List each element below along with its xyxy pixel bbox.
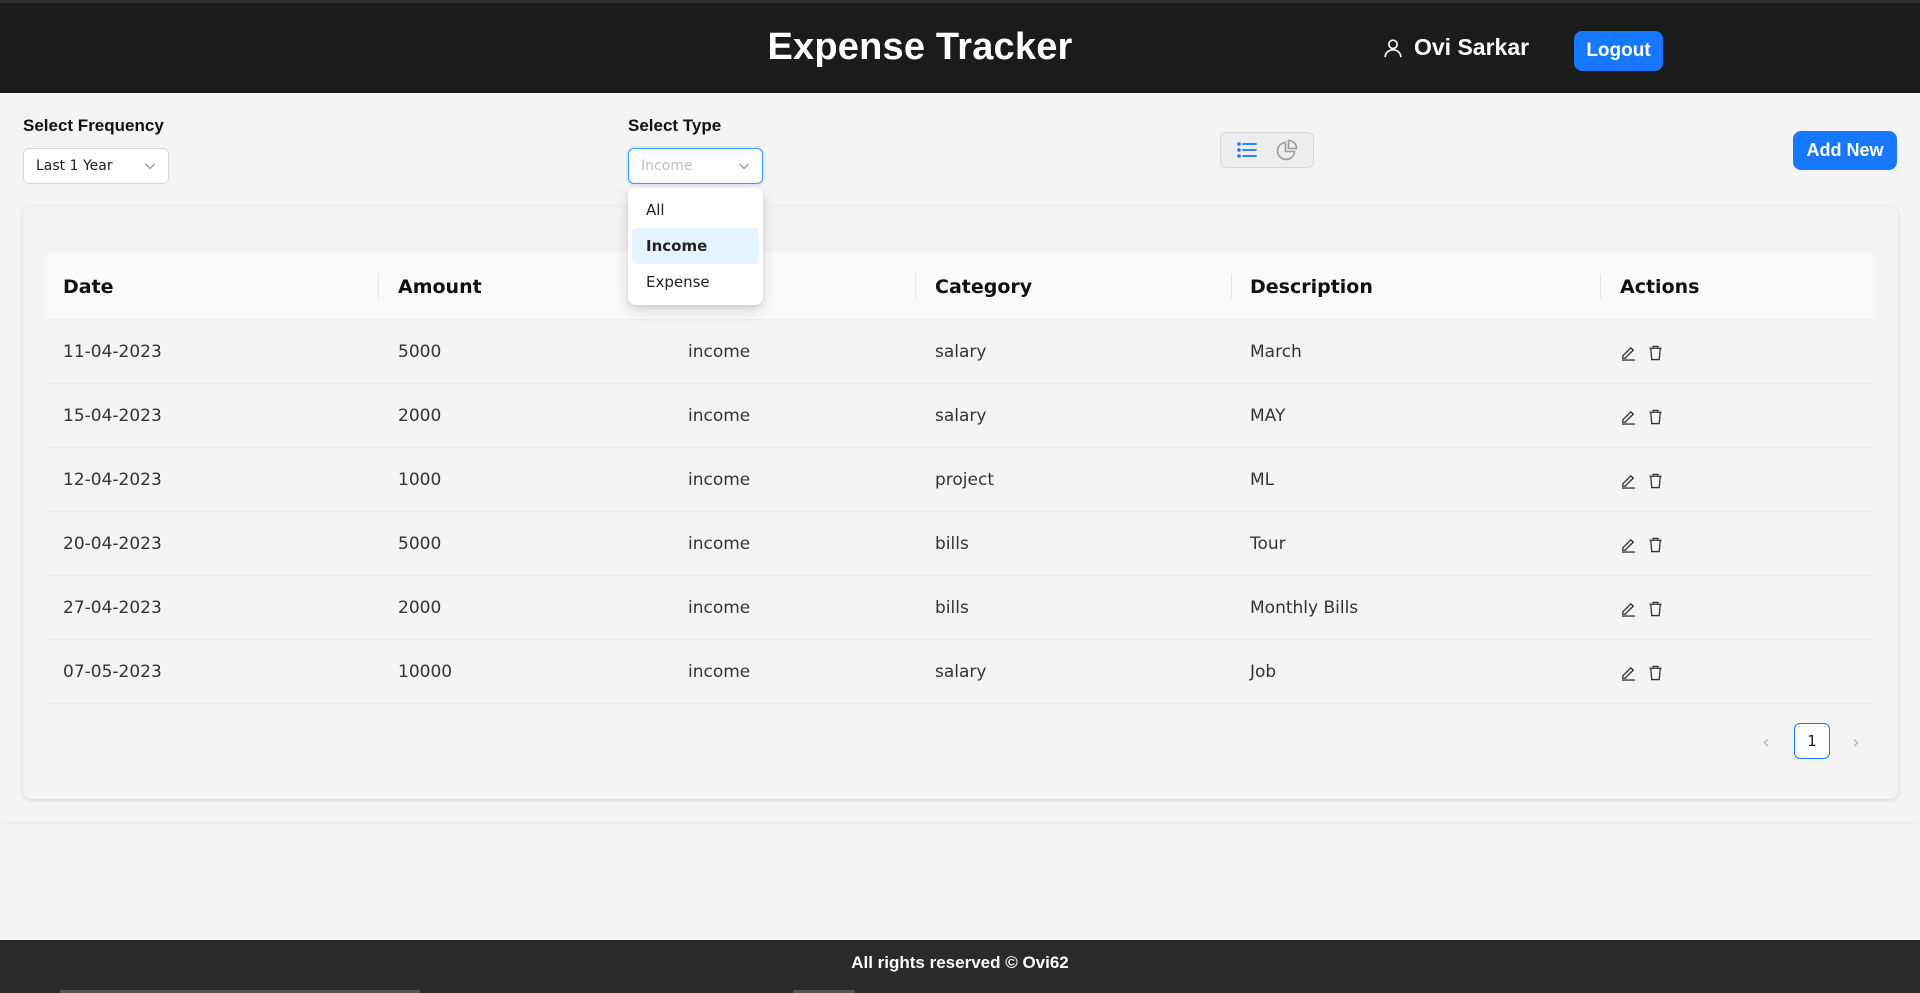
- dropdown-option-income[interactable]: Income: [632, 228, 759, 264]
- cell-category: bills: [935, 598, 969, 618]
- cell-type: income: [688, 534, 751, 554]
- pagination-prev-button[interactable]: ‹: [1758, 731, 1774, 753]
- chevron-down-icon: [739, 163, 749, 170]
- pie-chart-icon[interactable]: [1275, 138, 1299, 162]
- pagination-page-button[interactable]: 1: [1794, 723, 1830, 759]
- footer-copyright: All rights reserved © Ovi62: [851, 953, 1069, 972]
- dropdown-option-all[interactable]: All: [632, 192, 759, 228]
- frequency-value: Last 1 Year: [36, 158, 113, 174]
- row-actions: [1620, 640, 1664, 704]
- table-row: 07-05-2023 10000 income salary Job: [45, 640, 1875, 704]
- add-new-button[interactable]: Add New: [1793, 131, 1897, 170]
- user-name: Ovi Sarkar: [1414, 34, 1530, 60]
- type-dropdown-menu: All Income Expense: [628, 188, 763, 305]
- cell-description: Tour: [1250, 534, 1286, 554]
- table-row: 11-04-2023 5000 income salary March: [45, 320, 1875, 384]
- cell-description: March: [1250, 342, 1302, 362]
- table-row: 12-04-2023 1000 income project ML: [45, 448, 1875, 512]
- edit-icon[interactable]: [1620, 408, 1637, 425]
- table-row: 15-04-2023 2000 income salary MAY: [45, 384, 1875, 448]
- column-header-date[interactable]: Date: [63, 253, 114, 320]
- cell-date: 27-04-2023: [63, 598, 162, 618]
- cell-amount: 5000: [398, 534, 442, 554]
- row-actions: [1620, 384, 1664, 448]
- delete-icon[interactable]: [1647, 408, 1664, 425]
- edit-icon[interactable]: [1620, 664, 1637, 681]
- app-header: Expense Tracker Ovi Sarkar Logout: [0, 0, 1920, 93]
- cell-category: salary: [935, 406, 987, 426]
- row-actions: [1620, 576, 1664, 640]
- view-toggle: [1220, 132, 1314, 168]
- edit-icon[interactable]: [1620, 600, 1637, 617]
- column-divider: [915, 274, 916, 299]
- row-actions: [1620, 512, 1664, 576]
- cell-category: project: [935, 470, 995, 490]
- cell-category: salary: [935, 342, 987, 362]
- cell-type: income: [688, 470, 751, 490]
- cell-amount: 10000: [398, 662, 453, 682]
- column-divider: [1600, 274, 1601, 299]
- column-header-category[interactable]: Category: [935, 253, 1032, 320]
- cell-date: 12-04-2023: [63, 470, 162, 490]
- type-select[interactable]: Income: [628, 148, 763, 184]
- edit-icon[interactable]: [1620, 344, 1637, 361]
- column-header-amount[interactable]: Amount: [398, 253, 482, 320]
- delete-icon[interactable]: [1647, 536, 1664, 553]
- dropdown-option-expense[interactable]: Expense: [632, 264, 759, 300]
- app-title: Expense Tracker: [767, 26, 1073, 68]
- cell-type: income: [688, 406, 751, 426]
- cell-category: salary: [935, 662, 987, 682]
- frequency-select[interactable]: Last 1 Year: [23, 148, 169, 184]
- pagination-next-button[interactable]: ›: [1848, 731, 1864, 753]
- list-icon[interactable]: [1235, 138, 1259, 162]
- type-placeholder: Income: [641, 158, 693, 174]
- logout-button[interactable]: Logout: [1574, 31, 1663, 71]
- cell-type: income: [688, 598, 751, 618]
- delete-icon[interactable]: [1647, 664, 1664, 681]
- delete-icon[interactable]: [1647, 344, 1664, 361]
- column-divider: [378, 274, 379, 299]
- cell-type: income: [688, 662, 751, 682]
- cell-description: ML: [1250, 470, 1275, 490]
- frequency-label: Select Frequency: [23, 116, 164, 135]
- column-header-description[interactable]: Description: [1250, 253, 1373, 320]
- table-row: 27-04-2023 2000 income bills Monthly Bil…: [45, 576, 1875, 640]
- delete-icon[interactable]: [1647, 472, 1664, 489]
- column-divider: [1231, 274, 1232, 299]
- cell-date: 07-05-2023: [63, 662, 162, 682]
- table-row: 20-04-2023 5000 income bills Tour: [45, 512, 1875, 576]
- cell-date: 11-04-2023: [63, 342, 162, 362]
- chevron-down-icon: [145, 163, 155, 170]
- cell-amount: 5000: [398, 342, 442, 362]
- row-actions: [1620, 448, 1664, 512]
- table-header: Date Amount Type Category Description Ac…: [45, 253, 1875, 320]
- cell-date: 15-04-2023: [63, 406, 162, 426]
- app-footer: All rights reserved © Ovi62: [0, 940, 1920, 993]
- cell-date: 20-04-2023: [63, 534, 162, 554]
- type-label: Select Type: [628, 116, 722, 135]
- column-header-actions: Actions: [1620, 275, 1700, 298]
- edit-icon[interactable]: [1620, 536, 1637, 553]
- delete-icon[interactable]: [1647, 600, 1664, 617]
- user-info: Ovi Sarkar: [1382, 34, 1529, 61]
- edit-icon[interactable]: [1620, 472, 1637, 489]
- row-actions: [1620, 320, 1664, 384]
- cell-amount: 1000: [398, 470, 442, 490]
- cell-description: Job: [1250, 662, 1277, 682]
- cell-amount: 2000: [398, 598, 442, 618]
- cell-category: bills: [935, 534, 969, 554]
- cell-amount: 2000: [398, 406, 442, 426]
- cell-description: MAY: [1250, 406, 1286, 426]
- cell-description: Monthly Bills: [1250, 598, 1359, 618]
- user-icon: [1384, 38, 1402, 57]
- cell-type: income: [688, 342, 751, 362]
